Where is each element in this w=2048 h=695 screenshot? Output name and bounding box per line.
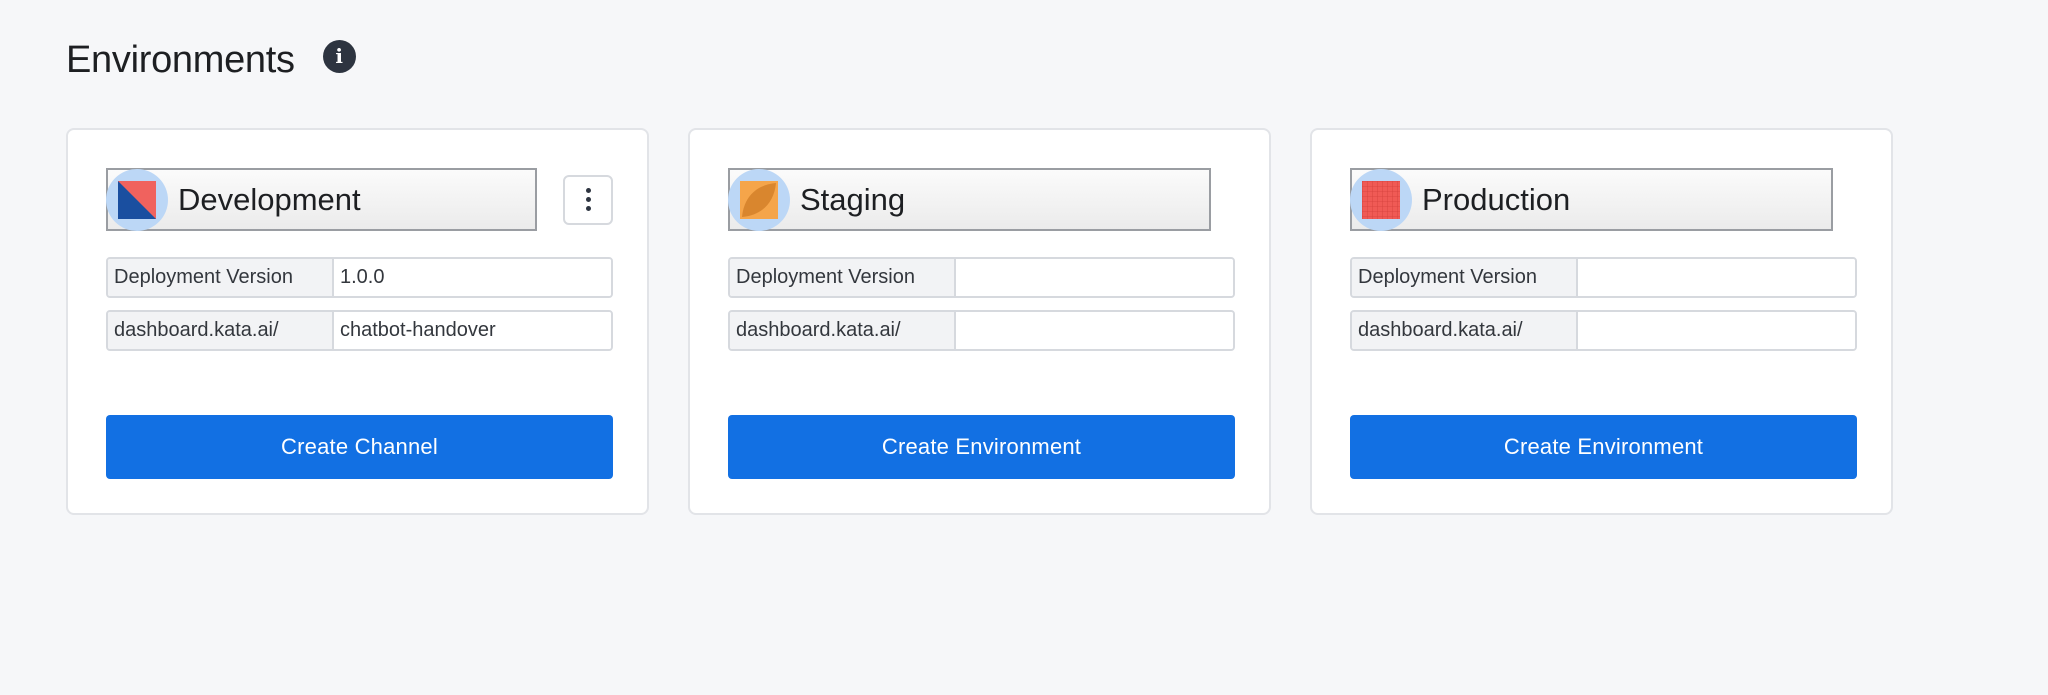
environment-name: Development bbox=[178, 181, 361, 217]
info-icon[interactable]: i bbox=[322, 39, 356, 73]
url-field: dashboard.kata.ai/ bbox=[728, 310, 1235, 351]
url-prefix-label: dashboard.kata.ai/ bbox=[108, 312, 334, 349]
environment-header: Production bbox=[1350, 168, 1833, 231]
deployment-version-field: Deployment Version bbox=[728, 257, 1235, 298]
kebab-dot-icon bbox=[585, 188, 591, 193]
kebab-dot-icon bbox=[585, 206, 591, 211]
url-input[interactable] bbox=[1578, 312, 1855, 349]
environment-name-box: Production bbox=[1350, 168, 1833, 231]
staging-logo-icon bbox=[728, 168, 790, 231]
url-field: dashboard.kata.ai/ bbox=[106, 310, 613, 351]
environment-header: Staging bbox=[728, 168, 1211, 231]
more-options-button[interactable] bbox=[563, 174, 613, 225]
url-prefix-label: dashboard.kata.ai/ bbox=[1352, 312, 1578, 349]
page-title: Environments bbox=[66, 38, 295, 81]
environment-card-production: Production Deployment Version dashboard.… bbox=[1310, 128, 1893, 515]
create-environment-button[interactable]: Create Environment bbox=[728, 415, 1235, 479]
environment-name-box: Development bbox=[106, 168, 537, 231]
page-header: Environments i bbox=[66, 36, 356, 84]
environment-header: Development bbox=[106, 168, 613, 231]
deployment-version-label: Deployment Version bbox=[108, 259, 334, 296]
url-field: dashboard.kata.ai/ bbox=[1350, 310, 1857, 351]
deployment-version-label: Deployment Version bbox=[730, 259, 956, 296]
kebab-dot-icon bbox=[585, 197, 591, 202]
url-input[interactable] bbox=[334, 312, 611, 349]
deployment-version-input[interactable] bbox=[334, 259, 611, 296]
environment-name: Production bbox=[1422, 181, 1571, 217]
create-environment-button[interactable]: Create Environment bbox=[1350, 415, 1857, 479]
environment-card-development: Development Deployment Version dashboard… bbox=[66, 128, 649, 515]
deployment-version-input[interactable] bbox=[956, 259, 1233, 296]
deployment-version-input[interactable] bbox=[1578, 259, 1855, 296]
environment-cards: Development Deployment Version dashboard… bbox=[66, 128, 1893, 515]
development-logo-icon bbox=[106, 168, 168, 231]
create-channel-button[interactable]: Create Channel bbox=[106, 415, 613, 479]
environment-name-box: Staging bbox=[728, 168, 1211, 231]
environment-card-staging: Staging Deployment Version dashboard.kat… bbox=[688, 128, 1271, 515]
environment-name: Staging bbox=[800, 181, 906, 217]
url-prefix-label: dashboard.kata.ai/ bbox=[730, 312, 956, 349]
deployment-version-label: Deployment Version bbox=[1352, 259, 1578, 296]
url-input[interactable] bbox=[956, 312, 1233, 349]
production-logo-icon bbox=[1350, 168, 1412, 231]
deployment-version-field: Deployment Version bbox=[106, 257, 613, 298]
deployment-version-field: Deployment Version bbox=[1350, 257, 1857, 298]
